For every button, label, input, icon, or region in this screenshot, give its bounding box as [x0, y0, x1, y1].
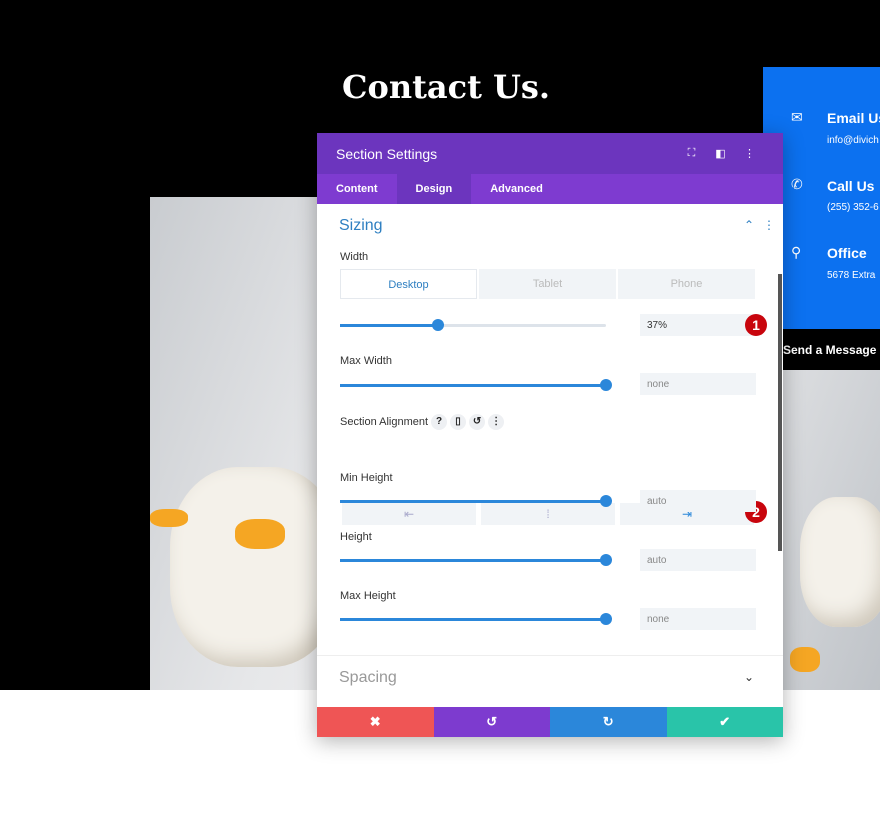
modal-tabs: Content Design Advanced	[317, 174, 783, 204]
step-badge-1: 1	[745, 314, 767, 336]
reset-icon[interactable]: ↺	[469, 414, 486, 430]
chevron-down-icon[interactable]: ⌄	[744, 670, 754, 684]
height-label: Height	[340, 531, 372, 543]
fullscreen-icon[interactable]: ⛶	[677, 147, 706, 160]
phone-icon: ✆	[791, 176, 803, 192]
section-menu-icon[interactable]: ⋮	[763, 218, 775, 232]
tab-design[interactable]: Design	[396, 174, 472, 204]
split-view-icon[interactable]: ◧	[706, 147, 735, 160]
contact-phone[interactable]: (255) 352-6	[827, 202, 879, 213]
min-height-input[interactable]: auto	[640, 490, 756, 512]
max-height-input[interactable]: none	[640, 608, 756, 630]
save-button[interactable]: ✔	[666, 707, 783, 737]
page-title: Contact Us.	[342, 68, 551, 106]
chevron-up-icon[interactable]: ⌃	[744, 218, 754, 232]
redo-button[interactable]: ↻	[550, 707, 667, 737]
tab-content[interactable]: Content	[317, 174, 397, 204]
tab-advanced[interactable]: Advanced	[471, 174, 562, 204]
more-options-icon[interactable]: ⋮	[735, 147, 764, 160]
responsive-icon[interactable]: ▯	[450, 414, 467, 430]
max-width-input[interactable]: none	[640, 373, 756, 395]
max-width-label: Max Width	[340, 355, 392, 367]
undo-button[interactable]: ↺	[433, 707, 550, 737]
modal-title: Section Settings	[336, 145, 438, 162]
device-tab-phone[interactable]: Phone	[618, 269, 755, 299]
scrollbar[interactable]	[778, 274, 782, 551]
min-height-label: Min Height	[340, 472, 393, 484]
min-height-slider[interactable]	[340, 495, 612, 507]
contact-title: Call Us	[827, 178, 875, 194]
max-height-label: Max Height	[340, 590, 396, 602]
contact-address: 5678 Extra	[827, 270, 876, 281]
contact-title: Office	[827, 245, 867, 261]
contact-title: Email Us	[827, 110, 880, 126]
align-center-button[interactable]: ⁞	[481, 503, 615, 525]
alignment-label-row: Section Alignment? ▯ ↺ ⋮	[340, 414, 505, 430]
device-tab-tablet[interactable]: Tablet	[479, 269, 616, 299]
help-icon[interactable]: ?	[431, 414, 448, 430]
more-icon[interactable]: ⋮	[488, 414, 505, 430]
sizing-section-title[interactable]: Sizing	[339, 217, 383, 235]
height-input[interactable]: auto	[640, 549, 756, 571]
divider	[317, 655, 783, 656]
width-label: Width	[340, 251, 369, 263]
device-tab-desktop[interactable]: Desktop	[340, 269, 477, 299]
cancel-button[interactable]: ✖	[317, 707, 434, 737]
contact-email[interactable]: info@divich	[827, 135, 879, 146]
envelope-icon: ✉	[791, 109, 803, 125]
width-input[interactable]: 37%	[640, 314, 756, 336]
modal-header: Section Settings ⛶ ◧ ⋮	[317, 133, 783, 174]
max-width-slider[interactable]	[340, 379, 612, 391]
width-slider[interactable]	[340, 319, 606, 331]
spacing-section-title[interactable]: Spacing	[339, 669, 397, 687]
modal-footer: ✖ ↺ ↻ ✔	[317, 707, 783, 737]
section-settings-modal: Section Settings ⛶ ◧ ⋮ Content Design Ad…	[317, 133, 783, 737]
align-left-button[interactable]: ⇤	[342, 503, 476, 525]
alignment-label: Section Alignment	[340, 416, 429, 428]
height-slider[interactable]	[340, 554, 612, 566]
max-height-slider[interactable]	[340, 613, 612, 625]
map-pin-icon: ⚲	[791, 244, 802, 260]
